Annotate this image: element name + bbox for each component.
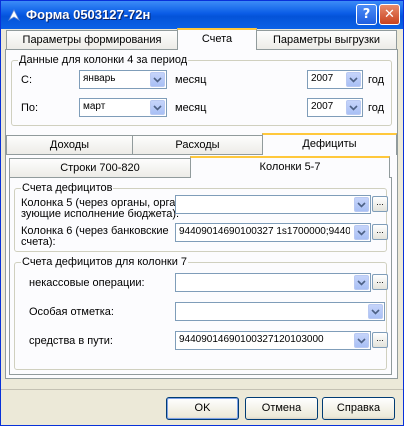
from-month-value: январь xyxy=(83,73,116,84)
to-month-label: месяц xyxy=(175,102,207,114)
noncash-select[interactable] xyxy=(175,273,371,292)
accounts-panel: Данные для колонки 4 за период С: январь… xyxy=(5,49,398,379)
to-year-label: год xyxy=(368,102,385,114)
ok-button[interactable]: OK xyxy=(166,397,239,420)
tab-rows-700-820[interactable]: Строки 700-820 xyxy=(9,158,191,178)
ellipsis-label: ... xyxy=(376,197,384,207)
col7-group-label: Счета дефицитов для колонки 7 xyxy=(21,256,189,268)
cancel-button[interactable]: Отмена xyxy=(245,397,318,420)
from-year-label: год xyxy=(368,74,385,86)
special-mark-label: Особая отметка: xyxy=(29,306,114,318)
tab-columns-5-7[interactable]: Колонки 5-7 xyxy=(190,156,390,178)
help-title-button[interactable]: ? xyxy=(356,4,377,25)
deficit-accounts-label: Счета дефицитов xyxy=(21,182,114,194)
to-month-select[interactable]: март xyxy=(79,98,167,117)
special-mark-select[interactable] xyxy=(175,302,385,321)
cancel-label: Отмена xyxy=(261,402,302,414)
tab-deficits[interactable]: Дефициты xyxy=(262,133,397,155)
col6-value: 94409014690100327 1s1700000;9440901 xyxy=(179,226,350,237)
col5-select[interactable] xyxy=(175,195,371,214)
tab-label: Дефициты xyxy=(302,138,357,150)
period-group-label: Данные для колонки 4 за период xyxy=(18,54,189,66)
ok-label: OK xyxy=(194,402,211,414)
chevron-down-icon[interactable] xyxy=(150,72,165,87)
from-month-select[interactable]: январь xyxy=(79,70,167,89)
tab-label: Счета xyxy=(201,33,233,45)
chevron-down-icon[interactable] xyxy=(150,100,165,115)
title-bar[interactable]: Форма 0503127-72н ? ✕ xyxy=(1,1,403,29)
from-year-select[interactable]: 2007 xyxy=(307,70,363,89)
to-year-value: 2007 xyxy=(311,101,334,112)
tab-generation-params[interactable]: Параметры формирования xyxy=(6,30,178,50)
ellipsis-label: ... xyxy=(376,333,384,343)
period-group: Данные для колонки 4 за период С: январь… xyxy=(11,54,392,126)
help-button[interactable]: Справка xyxy=(322,397,395,420)
columns-panel: Счета дефицитов Колонка 5 (через органы,… xyxy=(9,177,392,375)
to-label: По: xyxy=(21,102,39,114)
chevron-down-icon[interactable] xyxy=(354,333,369,348)
app-icon xyxy=(8,9,20,22)
from-label: С: xyxy=(21,74,32,86)
tab-label: Расходы xyxy=(175,139,220,151)
tab-income[interactable]: Доходы xyxy=(6,135,133,155)
tab-label: Параметры формирования xyxy=(22,34,162,46)
chevron-down-icon[interactable] xyxy=(354,197,369,212)
deficit-accounts-group: Счета дефицитов Колонка 5 (через органы,… xyxy=(14,182,388,252)
ellipsis-label: ... xyxy=(376,275,384,285)
tab-label: Колонки 5-7 xyxy=(259,161,321,173)
from-year-value: 2007 xyxy=(311,73,334,84)
divider xyxy=(1,389,403,390)
help-label: Справка xyxy=(336,402,381,414)
transit-label: средства в пути: xyxy=(29,335,113,347)
transit-browse-button[interactable]: ... xyxy=(372,332,388,348)
to-year-select[interactable]: 2007 xyxy=(307,98,363,117)
chevron-down-icon[interactable] xyxy=(354,275,369,290)
to-month-value: март xyxy=(83,101,106,112)
tab-label: Доходы xyxy=(49,139,90,151)
close-icon: ✕ xyxy=(384,7,395,22)
ellipsis-label: ... xyxy=(376,225,384,235)
col5-browse-button[interactable]: ... xyxy=(372,196,388,212)
noncash-label: некассовые операции: xyxy=(29,277,145,289)
tab-export-params[interactable]: Параметры выгрузки xyxy=(256,30,397,50)
tab-accounts[interactable]: Счета xyxy=(177,28,257,50)
chevron-down-icon[interactable] xyxy=(346,72,361,87)
chevron-down-icon[interactable] xyxy=(368,304,383,319)
tab-expenses[interactable]: Расходы xyxy=(132,135,263,155)
tab-label: Строки 700-820 xyxy=(60,162,140,174)
noncash-browse-button[interactable]: ... xyxy=(372,274,388,290)
col6-browse-button[interactable]: ... xyxy=(372,224,388,240)
tab-label: Параметры выгрузки xyxy=(273,34,380,46)
col5-label-line2: зующие исполнение бюджета): xyxy=(21,208,180,220)
dialog-window: Форма 0503127-72н ? ✕ Параметры формиров… xyxy=(0,0,404,426)
chevron-down-icon[interactable] xyxy=(354,225,369,240)
col6-select[interactable]: 94409014690100327 1s1700000;9440901 xyxy=(175,223,371,242)
col7-group: Счета дефицитов для колонки 7 некассовые… xyxy=(14,256,388,370)
window-title: Форма 0503127-72н xyxy=(26,7,151,22)
transit-value: 94409014690100327120103000 xyxy=(179,334,324,345)
transit-select[interactable]: 94409014690100327120103000 xyxy=(175,331,371,350)
chevron-down-icon[interactable] xyxy=(346,100,361,115)
col6-label-line2: счета): xyxy=(21,236,56,248)
close-button[interactable]: ✕ xyxy=(379,4,400,25)
question-icon: ? xyxy=(362,7,371,22)
from-month-label: месяц xyxy=(175,74,207,86)
deficits-panel: Строки 700-820 Колонки 5-7 Счета дефицит… xyxy=(6,154,397,378)
